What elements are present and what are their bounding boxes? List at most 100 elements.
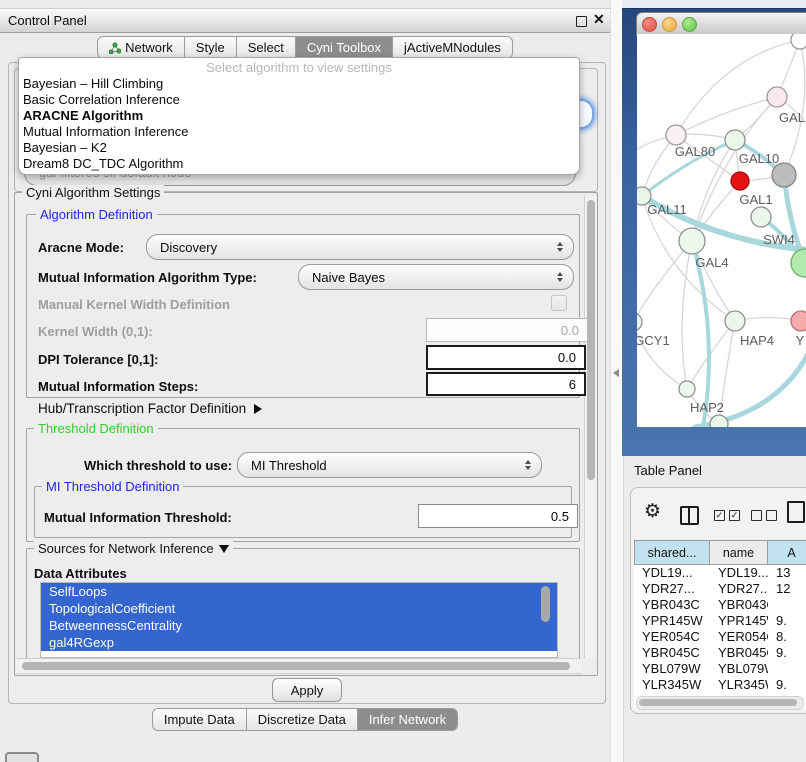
- table-row[interactable]: YLR345WYLR345W9.: [634, 677, 806, 693]
- column-layout-icon[interactable]: [680, 506, 699, 525]
- divider-collapse-icon[interactable]: [613, 369, 619, 377]
- attribute-item-gal4rgexp[interactable]: gal4RGexp: [41, 634, 557, 651]
- network-node-gal1[interactable]: [731, 172, 749, 190]
- table-cell: YDR27...: [710, 581, 768, 597]
- column-header-a[interactable]: A: [768, 540, 806, 565]
- network-node-hap4[interactable]: [725, 311, 745, 331]
- close-traffic-light-icon[interactable]: [642, 17, 657, 32]
- float-window-icon[interactable]: [576, 16, 587, 27]
- column-header-name[interactable]: name: [710, 540, 768, 565]
- deselect-all-icon[interactable]: [751, 510, 777, 521]
- column-header-shared[interactable]: shared...: [634, 540, 710, 565]
- node-label: HAP4: [740, 333, 774, 348]
- tab-style[interactable]: Style: [184, 37, 236, 58]
- table-horizontal-scrollbar[interactable]: [636, 696, 804, 710]
- attribute-item-topologicalcoefficient[interactable]: TopologicalCoefficient: [41, 600, 557, 617]
- tab-infer-network[interactable]: Infer Network: [357, 709, 457, 730]
- hub-definition-expander[interactable]: Hub/Transcription Factor Definition: [38, 401, 262, 416]
- table-cell: YER054C: [710, 629, 768, 645]
- network-edge[interactable]: [687, 321, 735, 389]
- tab-impute-data[interactable]: Impute Data: [153, 709, 246, 730]
- tab-jactivemnodules[interactable]: jActiveMNodules: [392, 37, 512, 58]
- attribute-item-betweennesscentrality[interactable]: BetweennessCentrality: [41, 617, 557, 634]
- tab-cyni-toolbox[interactable]: Cyni Toolbox: [295, 37, 392, 58]
- mi-algorithm-type-label: Mutual Information Algorithm Type:: [38, 270, 257, 285]
- tab-select[interactable]: Select: [236, 37, 295, 58]
- tab-label: Select: [248, 40, 284, 55]
- tab-network[interactable]: Network: [98, 37, 184, 58]
- network-node-swi4[interactable]: [751, 207, 771, 227]
- tab-discretize-data[interactable]: Discretize Data: [246, 709, 357, 730]
- aracne-mode-combo[interactable]: Discovery: [146, 234, 574, 260]
- dpi-tolerance-input[interactable]: 0.0: [426, 345, 586, 370]
- network-edge[interactable]: [682, 241, 692, 389]
- table-row[interactable]: YBL079WYBL079W: [634, 661, 806, 677]
- checked-box-icon: ✓: [714, 510, 725, 521]
- control-panel-titlebar[interactable]: Control Panel: [0, 8, 610, 33]
- sources-title[interactable]: Sources for Network Inference: [34, 541, 233, 556]
- zoom-traffic-light-icon[interactable]: [682, 17, 697, 32]
- network-canvas[interactable]: GAL80GAL10GAL1GAL11SWI4GAL4GCY1HAP4YHAP2…: [637, 34, 806, 427]
- table-row[interactable]: YBR045CYBR045C9.: [634, 645, 806, 661]
- table-row[interactable]: YBR043CYBR043C: [634, 597, 806, 613]
- network-node[interactable]: [772, 163, 796, 187]
- bottom-tabbar: Impute Data Discretize Data Infer Network: [0, 708, 610, 731]
- table-row[interactable]: YDL19...YDL19...13: [634, 565, 806, 581]
- which-threshold-combo[interactable]: MI Threshold: [237, 452, 542, 478]
- mi-threshold-input[interactable]: 0.5: [418, 504, 578, 528]
- scrollbar-thumb[interactable]: [22, 662, 570, 670]
- table-row[interactable]: YPR145WYPR145W9.: [634, 613, 806, 629]
- network-node[interactable]: [767, 87, 787, 107]
- algorithm-option-basic-correlation-inference[interactable]: Basic Correlation Inference: [19, 92, 579, 108]
- apply-button[interactable]: Apply: [272, 678, 342, 702]
- network-edge[interactable]: [676, 97, 777, 135]
- minimize-traffic-light-icon[interactable]: [662, 17, 677, 32]
- attributes-scrollbar-thumb[interactable]: [541, 586, 550, 622]
- network-graph[interactable]: GAL80GAL10GAL1GAL11SWI4GAL4GCY1HAP4YHAP2…: [637, 34, 806, 427]
- table-cell: YLR345W: [634, 677, 710, 693]
- kernel-width-label: Kernel Width (0,1):: [38, 324, 153, 339]
- algorithm-option-bayesian-k2[interactable]: Bayesian – K2: [19, 140, 579, 156]
- mi-steps-input[interactable]: 6: [426, 372, 586, 396]
- network-node[interactable]: [710, 415, 728, 427]
- mi-algorithm-type-combo[interactable]: Naive Bayes: [298, 264, 574, 290]
- network-node-gcy1[interactable]: [637, 313, 642, 331]
- algorithm-option-dream8-dc-tdc-algorithm[interactable]: Dream8 DC_TDC Algorithm: [19, 156, 579, 172]
- close-icon[interactable]: ✕: [593, 11, 605, 27]
- network-node[interactable]: [791, 249, 806, 277]
- network-node-y[interactable]: [791, 311, 806, 331]
- node-label: GCY1: [637, 333, 670, 348]
- algorithm-option-aracne-algorithm[interactable]: ARACNE Algorithm: [19, 108, 579, 124]
- network-node[interactable]: [791, 34, 806, 49]
- network-edge[interactable]: [695, 352, 806, 427]
- settings-horizontal-scrollbar[interactable]: [16, 658, 582, 674]
- attribute-item-selfloops[interactable]: SelfLoops: [41, 583, 557, 600]
- network-node-hap2[interactable]: [679, 381, 695, 397]
- scrollbar-thumb[interactable]: [639, 699, 797, 706]
- kernel-width-input[interactable]: 0.0: [426, 318, 588, 342]
- network-node-gal4[interactable]: [679, 228, 705, 254]
- node-label: GAL10: [739, 151, 779, 166]
- select-all-checks-icon[interactable]: ✓ ✓: [714, 510, 740, 521]
- network-window-titlebar[interactable]: [636, 12, 806, 36]
- network-edge[interactable]: [784, 40, 805, 175]
- tab-label: Cyni Toolbox: [307, 40, 381, 55]
- manual-kernel-width-checkbox[interactable]: [551, 295, 567, 311]
- algorithm-option-bayesian-hill-climbing[interactable]: Bayesian – Hill Climbing: [19, 76, 579, 92]
- algorithm-option-mutual-information-inference[interactable]: Mutual Information Inference: [19, 124, 579, 140]
- data-attributes-list[interactable]: SelfLoopsTopologicalCoefficientBetweenne…: [40, 582, 558, 658]
- network-node-gal10[interactable]: [725, 130, 745, 150]
- aracne-mode-value: Discovery: [160, 240, 217, 255]
- node-table[interactable]: shared...nameA YDL19...YDL19...13YDR27..…: [634, 540, 806, 708]
- new-table-icon[interactable]: [787, 501, 805, 523]
- settings-vertical-scrollbar[interactable]: [584, 196, 597, 658]
- scrollbar-thumb[interactable]: [587, 200, 595, 480]
- network-edge[interactable]: [637, 241, 692, 322]
- settings-gear-icon[interactable]: ⚙: [644, 501, 661, 523]
- hub-definition-label: Hub/Transcription Factor Definition: [38, 401, 246, 416]
- partial-floating-button[interactable]: [5, 752, 39, 762]
- tab-label: Discretize Data: [258, 712, 346, 727]
- table-row[interactable]: YER054CYER054C8.: [634, 629, 806, 645]
- network-node-gal80[interactable]: [666, 125, 686, 145]
- table-row[interactable]: YDR27...YDR27...12: [634, 581, 806, 597]
